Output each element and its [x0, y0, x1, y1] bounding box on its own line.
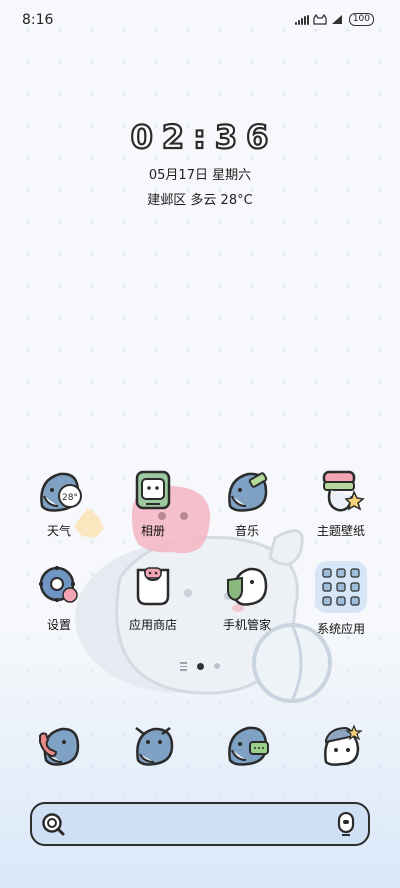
- dock-messages[interactable]: [207, 720, 287, 770]
- weather-icon: 28°: [34, 466, 84, 516]
- app-music[interactable]: 音乐: [207, 466, 287, 539]
- dock-browser[interactable]: [301, 720, 381, 770]
- folder-system-apps[interactable]: 系统应用: [301, 560, 381, 637]
- app-gallery[interactable]: 相册: [113, 466, 193, 539]
- status-bar: 8:16 100: [0, 0, 400, 40]
- status-icons: 100: [294, 13, 374, 26]
- clock-date: 05月17日 星期六: [148, 168, 252, 183]
- clock-widget[interactable]: 02:36 05月17日 星期六 建邺区 多云 28°C: [0, 117, 400, 208]
- page-indicator[interactable]: [0, 662, 400, 671]
- themes-icon: [316, 466, 366, 516]
- messages-icon: [222, 720, 272, 770]
- app-label: 系统应用: [316, 622, 365, 636]
- app-phone-manager[interactable]: 手机管家: [207, 560, 287, 633]
- search-bar[interactable]: [30, 802, 370, 846]
- clock-time: 02:36: [129, 117, 278, 157]
- app-label: 主题壁纸: [316, 524, 365, 538]
- browser-icon: [316, 720, 366, 770]
- phone-icon: [34, 720, 84, 770]
- app-label: 相册: [140, 524, 165, 538]
- svg-text:28°: 28°: [62, 493, 78, 503]
- settings-icon: [34, 560, 84, 610]
- app-label: 应用商店: [128, 618, 177, 632]
- dock-phone[interactable]: [19, 720, 99, 770]
- app-themes[interactable]: 主题壁纸: [301, 466, 381, 539]
- signal-icon: [294, 14, 309, 25]
- page-indicator-lines: [180, 662, 187, 671]
- search-icon: [42, 813, 65, 836]
- app-weather[interactable]: 28° 天气: [19, 466, 99, 539]
- microphone-icon[interactable]: [336, 812, 356, 836]
- app-label: 设置: [46, 618, 71, 632]
- app-label: 音乐: [234, 524, 259, 538]
- phone-manager-icon: [222, 560, 272, 610]
- contacts-icon: [128, 720, 178, 770]
- app-store-icon: [128, 560, 178, 610]
- system-apps-folder-icon: [314, 560, 368, 614]
- status-time: 8:16: [22, 12, 54, 28]
- cat-status-icon: [313, 14, 327, 25]
- page-dot-active: [197, 662, 204, 670]
- gallery-icon: [128, 466, 178, 516]
- app-label: 天气: [46, 524, 71, 538]
- app-app-store[interactable]: 应用商店: [113, 560, 193, 633]
- page-dot: [214, 663, 220, 670]
- clock-weather: 建邺区 多云 28°C: [147, 193, 253, 208]
- battery-indicator: 100: [348, 13, 374, 26]
- app-label: 手机管家: [222, 618, 271, 632]
- dock-contacts[interactable]: [113, 720, 193, 770]
- app-settings[interactable]: 设置: [19, 560, 99, 633]
- wifi-icon: [331, 15, 342, 24]
- music-icon: [222, 466, 272, 516]
